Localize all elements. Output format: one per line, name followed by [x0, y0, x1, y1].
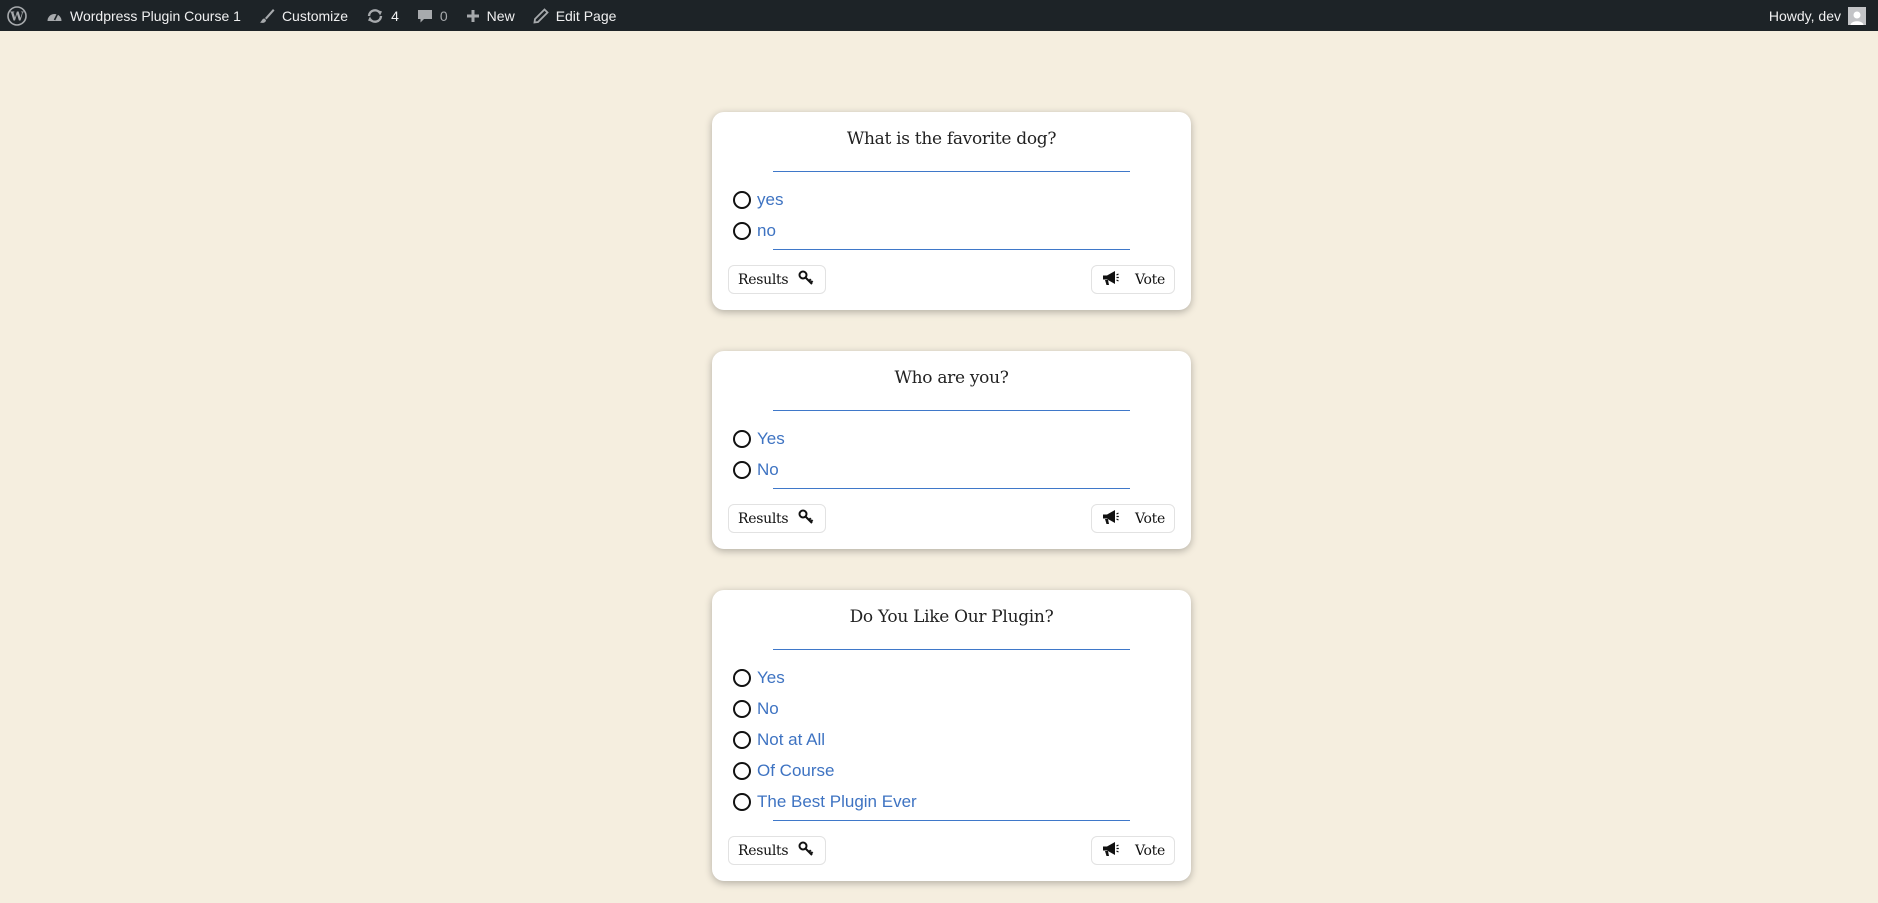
option-label: Yes — [757, 429, 785, 448]
new-content-menu[interactable]: New — [457, 0, 524, 31]
key-icon — [798, 509, 814, 529]
updates-count: 4 — [391, 7, 399, 24]
radio-button[interactable] — [733, 793, 751, 811]
customize-menu[interactable]: Customize — [250, 0, 357, 31]
brush-icon — [259, 8, 275, 24]
plus-icon — [466, 9, 480, 23]
radio-button[interactable] — [733, 461, 751, 479]
comments-menu[interactable]: 0 — [408, 0, 457, 31]
radio-button[interactable] — [733, 430, 751, 448]
new-label: New — [486, 7, 515, 24]
option-label: Of Course — [757, 761, 835, 780]
poll-card: What is the favorite dog? yes no Results… — [712, 112, 1191, 310]
poll-option[interactable]: No — [733, 460, 779, 480]
vote-label: Vote — [1135, 271, 1165, 288]
divider — [773, 820, 1130, 821]
poll-question: Who are you? — [894, 368, 1009, 388]
updates-icon — [366, 8, 384, 24]
results-button[interactable]: Results — [728, 504, 826, 533]
account-menu[interactable]: Howdy, dev — [1760, 0, 1878, 31]
admin-bar: W Wordpress Plugin Course 1 Customize 4 … — [0, 0, 1878, 31]
avatar — [1848, 6, 1866, 25]
poll-card: Who are you? Yes No Results Vote — [712, 351, 1191, 549]
key-icon — [798, 270, 814, 290]
results-button[interactable]: Results — [728, 836, 826, 865]
option-label: Yes — [757, 668, 785, 687]
poll-option[interactable]: no — [733, 221, 776, 241]
option-label: Not at All — [757, 730, 826, 749]
pencil-icon — [533, 7, 549, 24]
divider — [773, 171, 1130, 172]
key-icon — [798, 841, 814, 861]
radio-button[interactable] — [733, 700, 751, 718]
divider — [773, 410, 1130, 411]
dashboard-icon — [46, 9, 63, 23]
option-label: yes — [757, 190, 784, 209]
radio-button[interactable] — [733, 222, 751, 240]
vote-button[interactable]: Vote — [1091, 504, 1175, 533]
radio-button[interactable] — [733, 191, 751, 209]
option-label: The Best Plugin Ever — [757, 792, 917, 811]
poll-option[interactable]: Yes — [733, 429, 785, 449]
option-label: no — [757, 221, 776, 240]
results-label: Results — [738, 271, 789, 288]
svg-text:W: W — [9, 9, 24, 23]
howdy-label: Howdy, dev — [1768, 7, 1841, 24]
vote-button[interactable]: Vote — [1091, 836, 1175, 865]
megaphone-icon — [1101, 841, 1119, 861]
results-label: Results — [738, 842, 789, 859]
results-button[interactable]: Results — [728, 265, 826, 294]
updates-menu[interactable]: 4 — [357, 0, 408, 31]
option-label: No — [757, 699, 779, 718]
poll-option[interactable]: Of Course — [733, 761, 834, 781]
comments-count: 0 — [439, 7, 448, 24]
radio-button[interactable] — [733, 669, 751, 687]
poll-option[interactable]: No — [733, 699, 779, 719]
customize-label: Customize — [281, 7, 349, 24]
radio-button[interactable] — [733, 762, 751, 780]
poll-option[interactable]: yes — [733, 190, 783, 210]
comment-icon — [417, 8, 433, 24]
vote-label: Vote — [1135, 842, 1165, 859]
divider — [773, 649, 1130, 650]
poll-option[interactable]: Not at All — [733, 730, 825, 750]
option-label: No — [757, 460, 779, 479]
poll-question: Do You Like Our Plugin? — [849, 607, 1054, 627]
vote-label: Vote — [1135, 510, 1165, 527]
poll-option[interactable]: The Best Plugin Ever — [733, 792, 917, 812]
radio-button[interactable] — [733, 731, 751, 749]
megaphone-icon — [1101, 270, 1119, 290]
vote-button[interactable]: Vote — [1091, 265, 1175, 294]
results-label: Results — [738, 510, 789, 527]
megaphone-icon — [1101, 509, 1119, 529]
divider — [773, 488, 1130, 489]
site-name: Wordpress Plugin Course 1 — [70, 7, 241, 24]
poll-option[interactable]: Yes — [733, 668, 785, 688]
edit-page-label: Edit Page — [555, 7, 617, 24]
poll-card: Do You Like Our Plugin? Yes No Not at Al… — [712, 590, 1191, 881]
site-name-menu[interactable]: Wordpress Plugin Course 1 — [37, 0, 250, 31]
poll-question: What is the favorite dog? — [846, 129, 1057, 149]
divider — [773, 249, 1130, 250]
wordpress-logo-icon[interactable]: W — [0, 0, 37, 31]
edit-page-menu[interactable]: Edit Page — [524, 0, 626, 31]
